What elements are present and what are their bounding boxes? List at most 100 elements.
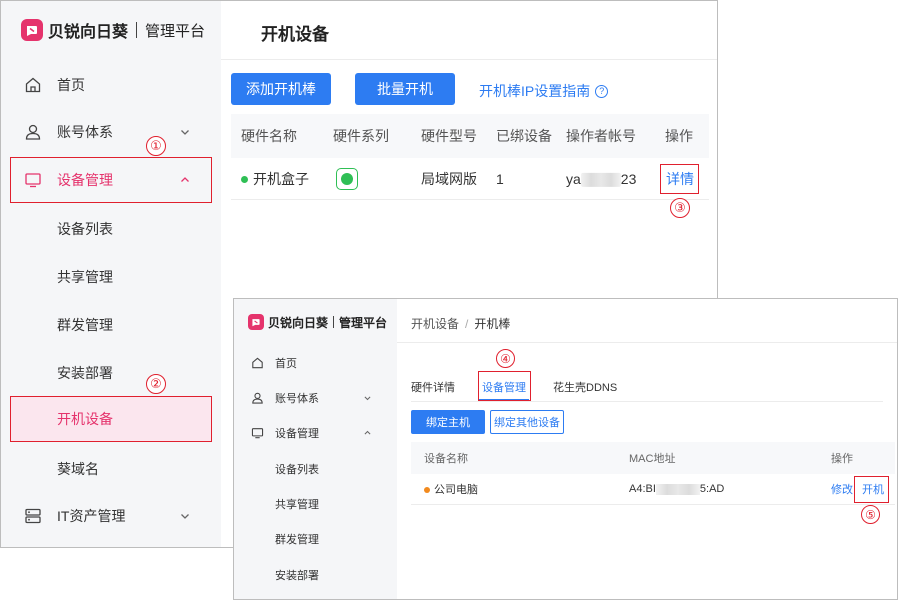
table-header: 设备名称 MAC地址 操作 [411,442,895,474]
bind-host-button[interactable]: 绑定主机 [411,410,485,434]
chevron-down-icon [364,396,371,401]
column-header: MAC地址 [629,453,676,465]
hardware-series-cell [336,167,358,190]
highlight-box-3 [660,164,699,194]
sidebar-item-accounts[interactable]: 账号体系 [1,109,221,155]
sidebar-subitem-bulk-management[interactable]: 群发管理 [275,531,319,547]
series-badge-icon [336,167,358,190]
device-name-cell: 公司电脑 [424,481,478,497]
step-marker-5: ⑤ [861,505,880,524]
main-content: 开机设备 / 开机棒 硬件详情 设备管理 花生壳DDNS ④ 绑定主机 绑定其他设备… [397,299,897,599]
sidebar-item-label: 首页 [57,77,85,93]
chevron-up-icon [364,430,371,435]
sidebar-item-label: 首页 [275,358,297,370]
highlight-box-2 [10,396,212,442]
mac-prefix: A4:BI [629,483,656,495]
offline-status-icon [424,487,430,494]
sidebar-subitem-install-deploy[interactable]: 安装部署 [57,363,113,383]
breadcrumb-parent[interactable]: 开机设备 [411,317,459,331]
column-header: 硬件名称 [241,128,297,144]
sidebar-subitem-share-management[interactable]: 共享管理 [275,496,319,512]
chevron-down-icon [181,514,189,519]
user-icon [252,392,263,404]
logo-divider [333,316,335,328]
add-boot-stick-button[interactable]: 添加开机棒 [231,73,331,105]
sidebar-item-home[interactable]: 首页 [1,62,221,108]
sidebar-item-it-assets[interactable]: IT资产管理 [1,493,221,539]
logo[interactable]: 贝锐向日葵 管理平台 [248,313,387,331]
sidebar-item-label: 设备管理 [275,428,319,440]
redacted-mask [655,483,700,495]
column-header: 操作 [665,128,693,144]
user-icon [25,124,41,140]
column-header: 设备名称 [424,453,468,465]
sunlogin-logo-icon [21,19,43,41]
highlight-box-5 [854,476,889,503]
sidebar-item-label: IT资产管理 [57,508,126,524]
batch-power-on-button[interactable]: 批量开机 [355,73,455,105]
step-marker-2: ② [146,374,166,394]
ip-setup-guide-link[interactable]: 开机棒IP设置指南 ? [479,81,609,101]
sidebar-item-accounts[interactable]: 账号体系 [234,383,397,413]
mac-address: A4:BI 5:AD [629,483,724,495]
step-marker-1: ① [146,136,166,156]
column-header: 硬件系列 [333,128,389,144]
guide-link-label: 开机棒IP设置指南 [479,83,591,99]
monitor-icon [251,428,264,439]
sidebar-item-device-management[interactable]: 设备管理 [234,418,397,448]
account-suffix: 23 [620,170,637,187]
column-header: 操作 [831,453,853,465]
header-divider [397,342,897,343]
hardware-model: 局域网版 [421,170,477,187]
highlight-box-1 [10,157,212,203]
sidebar: 贝锐向日葵 管理平台 首页 账号体系 设备管理 ① 设备列表 共享管理 群发管理… [1,1,221,547]
bound-device-count: 1 [496,170,504,187]
redacted-mask [580,172,621,187]
column-header: 硬件型号 [421,128,477,144]
operator-account: ya 23 [566,170,637,187]
breadcrumb: 开机设备 / 开机棒 [411,315,510,332]
help-icon: ? [595,84,609,98]
device-name: 公司电脑 [434,484,478,496]
chevron-down-icon [181,130,189,135]
brand-subtitle: 管理平台 [145,22,206,40]
sunlogin-logo-icon [248,314,264,330]
table-row: 开机盒子 局域网版 1 ya 23 详情 [231,158,709,200]
bind-other-device-button[interactable]: 绑定其他设备 [490,410,564,434]
edit-link[interactable]: 修改 [831,481,853,497]
detail-window: 贝锐向日葵 管理平台 首页 账号体系 设备管理 设备列表 共享管理 群发管理 安… [233,298,898,600]
column-header: 已绑设备 [496,128,552,144]
step-marker-3: ③ [670,198,690,218]
logo[interactable]: 贝锐向日葵 管理平台 [21,18,205,42]
step-marker-4: ④ [496,349,515,368]
sidebar-subitem-bulk-management[interactable]: 群发管理 [57,315,113,335]
brand-name: 贝锐向日葵 [48,24,129,41]
hardware-name-cell: 开机盒子 [241,169,309,189]
header-divider [221,59,717,60]
tabs-divider [411,401,883,402]
sidebar-item-label: 账号体系 [275,393,319,405]
sidebar-subitem-install-deploy[interactable]: 安装部署 [275,567,319,583]
sidebar: 贝锐向日葵 管理平台 首页 账号体系 设备管理 设备列表 共享管理 群发管理 安… [234,299,397,599]
sidebar-subitem-domain[interactable]: 葵域名 [57,459,99,479]
breadcrumb-current: 开机棒 [474,317,511,331]
logo-divider [136,22,138,38]
home-icon [25,77,41,93]
breadcrumb-separator: / [465,317,469,331]
sidebar-subitem-share-management[interactable]: 共享管理 [57,267,113,287]
tab-ddns[interactable]: 花生壳DDNS [553,379,617,395]
highlight-box-4 [478,371,531,401]
tab-hardware-details[interactable]: 硬件详情 [411,379,455,395]
sidebar-subitem-device-list[interactable]: 设备列表 [275,461,319,477]
sidebar-item-home[interactable]: 首页 [234,348,397,378]
sidebar-item-label: 账号体系 [57,124,113,140]
column-header: 操作者帐号 [566,128,636,144]
account-prefix: ya [566,170,581,187]
hardware-name: 开机盒子 [253,170,309,187]
mac-suffix: 5:AD [699,483,725,495]
sidebar-subitem-device-list[interactable]: 设备列表 [57,219,113,239]
online-status-icon [241,176,248,184]
brand-subtitle: 管理平台 [339,315,388,330]
page-title: 开机设备 [261,25,329,44]
home-icon [252,357,263,369]
